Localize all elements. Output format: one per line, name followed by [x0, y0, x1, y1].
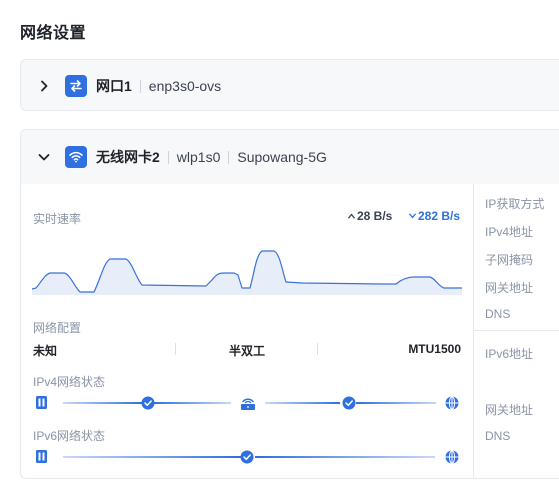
ipv6-dns-label: DNS	[485, 429, 511, 443]
ipv6-status-line	[36, 450, 459, 464]
link-segment	[356, 402, 436, 404]
subnet-mask-label: 子网掩码	[485, 253, 534, 267]
page-title: 网络设置	[20, 25, 87, 42]
ethernet-swap-icon	[65, 75, 87, 97]
card-header-wifi[interactable]: 无线网卡2 wlp1s0 Supowang-5G	[21, 130, 559, 184]
check-icon	[240, 450, 254, 464]
interface-name: 无线网卡2	[96, 149, 160, 165]
chevron-right-icon[interactable]	[37, 79, 51, 93]
device-icon	[36, 396, 47, 409]
ipv4-status-line	[36, 396, 459, 410]
upload-speed-value: 28 B/s	[357, 209, 393, 223]
speed-chart	[32, 250, 462, 295]
config-row: 未知 半双工 MTU1500	[33, 342, 461, 358]
link-segment	[63, 402, 143, 404]
ipv4-address-label: IPv4地址	[485, 225, 534, 239]
link-segment	[153, 402, 231, 404]
network-card-eth: 网口1 enp3s0-ovs	[20, 59, 559, 111]
chevron-down-icon[interactable]	[37, 150, 51, 164]
arrow-up-icon	[348, 213, 355, 219]
speed-label: 实时速率	[33, 212, 82, 226]
globe-icon	[445, 450, 459, 464]
link-speed-value: 未知	[33, 344, 58, 358]
download-speed-value: 282 B/s	[418, 209, 461, 223]
download-speed: 282 B/s	[409, 209, 460, 223]
ip-mode-label: IP获取方式	[485, 197, 545, 211]
ipv6-gateway-label: 网关地址	[485, 403, 534, 417]
gateway-label: 网关地址	[485, 281, 534, 295]
separator	[317, 343, 318, 355]
duplex-value: 半双工	[229, 344, 266, 358]
check-icon	[342, 396, 356, 410]
globe-icon	[445, 396, 459, 410]
right-panel-divider	[474, 330, 559, 331]
arrow-down-icon	[409, 213, 416, 219]
separator	[175, 343, 176, 355]
ipv6-status-label: IPv6网络状态	[33, 429, 106, 443]
separator	[139, 79, 141, 93]
link-segment	[63, 456, 241, 458]
interface-device: wlp1s0	[176, 149, 221, 165]
separator	[167, 150, 169, 164]
link-segment	[265, 402, 340, 404]
check-icon	[141, 396, 155, 410]
mtu-value: MTU1500	[408, 342, 461, 356]
wifi-ssid: Supowang-5G	[237, 149, 327, 165]
interface-device: enp3s0-ovs	[148, 78, 222, 94]
card-header-eth[interactable]: 网口1 enp3s0-ovs	[21, 60, 559, 112]
link-segment	[255, 456, 435, 458]
device-icon	[36, 450, 47, 463]
ipv6-address-label: IPv6地址	[485, 347, 534, 361]
interface-name: 网口1	[96, 78, 132, 94]
ipv4-status-label: IPv4网络状态	[33, 375, 106, 389]
wifi-icon	[65, 146, 87, 168]
upload-speed: 28 B/s	[348, 209, 392, 223]
panel-divider	[473, 184, 474, 478]
separator	[228, 150, 230, 164]
network-settings-page: 网络设置 网口1 enp3s0-ovs 无线网卡2 wlp1s0 Supowan…	[0, 0, 559, 502]
network-card-wifi: 无线网卡2 wlp1s0 Supowang-5G 实时速率 28 B/s 282…	[20, 129, 559, 479]
config-label: 网络配置	[33, 321, 82, 335]
dns-label: DNS	[485, 307, 511, 321]
router-icon	[241, 398, 255, 410]
